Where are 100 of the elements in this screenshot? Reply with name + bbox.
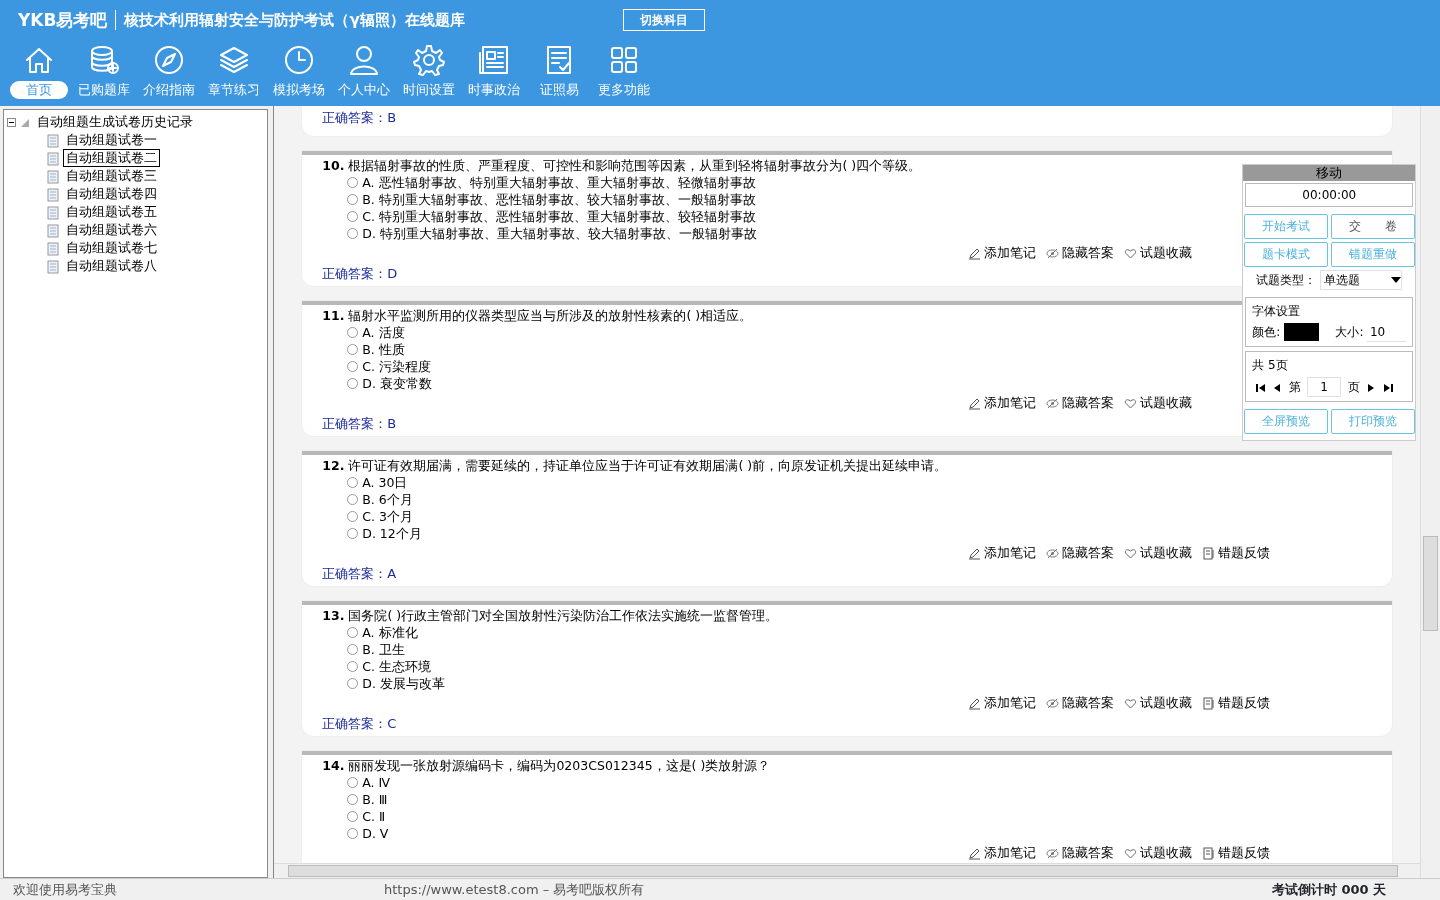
- radio-button[interactable]: [347, 177, 359, 188]
- eye-off-icon: [1046, 396, 1060, 410]
- option-text: D. 特别重大辐射事故、重大辐射事故、较大辐射事故、一般辐射事故: [362, 225, 757, 242]
- pencil-icon: [968, 396, 982, 410]
- option-text: B. 卫生: [362, 641, 405, 658]
- option-text: C. Ⅱ: [362, 808, 386, 825]
- option-text: C. 特别重大辐射事故、恶性辐射事故、重大辐射事故、较轻辐射事故: [362, 208, 756, 225]
- option-text: D. 衰变常数: [362, 375, 432, 392]
- heart-icon: [1124, 546, 1138, 560]
- radio-button[interactable]: [347, 661, 359, 672]
- action-link[interactable]: 添加笔记: [968, 544, 1037, 562]
- correct-answer: 正确答案：A: [322, 565, 397, 583]
- action-link[interactable]: 添加笔记: [968, 844, 1037, 862]
- document-icon: [1202, 696, 1216, 710]
- option-text: D. 12个月: [362, 525, 422, 542]
- document-icon: [47, 168, 60, 185]
- action-link[interactable]: 添加笔记: [968, 394, 1037, 412]
- countdown-text: 考试倒计时 000 天: [1272, 880, 1387, 899]
- action-link[interactable]: 错题反馈: [1202, 844, 1271, 862]
- vertical-scrollbar[interactable]: [1420, 106, 1440, 878]
- color-swatch[interactable]: [1283, 323, 1320, 342]
- radio-button[interactable]: [347, 228, 359, 239]
- tree-item[interactable]: 自动组题试卷五: [63, 203, 161, 222]
- radio-button[interactable]: [347, 477, 359, 488]
- radio-button[interactable]: [347, 194, 359, 205]
- action-link[interactable]: 错题反馈: [1202, 544, 1271, 562]
- page-suffix: 页: [1347, 379, 1360, 396]
- radio-button[interactable]: [347, 378, 359, 389]
- radio-button[interactable]: [347, 794, 359, 805]
- option-text: D. 发展与改革: [362, 675, 445, 692]
- type-dropdown[interactable]: 单选题: [1319, 270, 1402, 290]
- eye-off-icon: [1046, 846, 1060, 860]
- action-link[interactable]: 添加笔记: [968, 694, 1037, 712]
- eye-off-icon: [1046, 696, 1060, 710]
- heart-icon: [1124, 696, 1138, 710]
- tree-item[interactable]: 自动组题试卷一: [63, 131, 161, 150]
- tree-item[interactable]: 自动组题试卷六: [63, 221, 161, 240]
- action-link[interactable]: 试题收藏: [1124, 244, 1193, 262]
- radio-button[interactable]: [347, 644, 359, 655]
- action-link[interactable]: 隐藏答案: [1046, 544, 1115, 562]
- dropdown-value: 单选题: [1323, 272, 1360, 289]
- gear-icon: [412, 43, 446, 78]
- option-text: A. 活度: [362, 324, 405, 341]
- action-link[interactable]: 试题收藏: [1124, 844, 1193, 862]
- page-prefix: 第: [1288, 379, 1301, 396]
- document-icon: [47, 222, 60, 239]
- action-link[interactable]: 试题收藏: [1124, 394, 1193, 412]
- action-link[interactable]: 隐藏答案: [1046, 394, 1115, 412]
- option-text: D. Ⅴ: [362, 825, 389, 842]
- radio-button[interactable]: [347, 344, 359, 355]
- radio-button[interactable]: [347, 361, 359, 372]
- size-field[interactable]: 10: [1366, 322, 1407, 342]
- color-label: 颜色:: [1252, 324, 1281, 342]
- option-text: B. Ⅲ: [362, 791, 388, 808]
- tree-item[interactable]: 自动组题试卷二: [63, 149, 161, 168]
- tree-item[interactable]: 自动组题试卷七: [63, 239, 161, 258]
- document-icon: [47, 204, 60, 221]
- option-text: B. 特别重大辐射事故、恶性辐射事故、较大辐射事故、一般辐射事故: [362, 191, 756, 208]
- radio-button[interactable]: [347, 828, 359, 839]
- option-text: A. Ⅳ: [362, 774, 391, 791]
- copyright-text: https://www.etest8.com – 易考吧版权所有: [384, 880, 646, 899]
- tree-item[interactable]: 自动组题试卷三: [63, 167, 161, 186]
- document-icon: [47, 258, 60, 275]
- document-icon: [47, 132, 60, 149]
- panel-button[interactable]: 交 卷: [1330, 213, 1415, 239]
- question-text: 11. 辐射水平监测所用的仪器类型应当与所涉及的放射性核素的( )相适应。: [322, 307, 753, 324]
- pencil-icon: [968, 846, 982, 860]
- user-icon: [347, 43, 381, 78]
- option-text: C. 污染程度: [362, 358, 431, 375]
- option-text: B. 性质: [362, 341, 405, 358]
- action-link[interactable]: 隐藏答案: [1046, 844, 1115, 862]
- group-title: 共 5页: [1252, 356, 1289, 374]
- tree-item[interactable]: 自动组题试卷四: [63, 185, 161, 204]
- action-link[interactable]: 隐藏答案: [1046, 694, 1115, 712]
- status-text: 欢迎使用易考宝典: [12, 880, 118, 899]
- radio-button[interactable]: [347, 511, 359, 522]
- tree-item[interactable]: 自动组题试卷八: [63, 257, 161, 276]
- pencil-icon: [968, 696, 982, 710]
- document-icon: [1202, 546, 1216, 560]
- radio-button[interactable]: [347, 494, 359, 505]
- action-link[interactable]: 错题反馈: [1202, 694, 1271, 712]
- radio-button[interactable]: [347, 678, 359, 689]
- type-label: 试题类型：: [1256, 272, 1317, 289]
- radio-button[interactable]: [347, 528, 359, 539]
- option-text: A. 30日: [362, 474, 408, 491]
- radio-button[interactable]: [347, 327, 359, 338]
- option-text: C. 生态环境: [362, 658, 431, 675]
- action-link[interactable]: 试题收藏: [1124, 694, 1193, 712]
- page-field[interactable]: 1: [1307, 377, 1342, 397]
- radio-button[interactable]: [347, 777, 359, 788]
- document-icon: [47, 240, 60, 257]
- size-label: 大小:: [1335, 324, 1364, 342]
- action-link[interactable]: 隐藏答案: [1046, 244, 1115, 262]
- tree-root[interactable]: 自动组题生成试卷历史记录: [34, 113, 197, 132]
- action-link[interactable]: 试题收藏: [1124, 544, 1193, 562]
- radio-button[interactable]: [347, 811, 359, 822]
- radio-button[interactable]: [347, 627, 359, 638]
- eye-off-icon: [1046, 246, 1060, 260]
- action-link[interactable]: 添加笔记: [968, 244, 1037, 262]
- radio-button[interactable]: [347, 211, 359, 222]
